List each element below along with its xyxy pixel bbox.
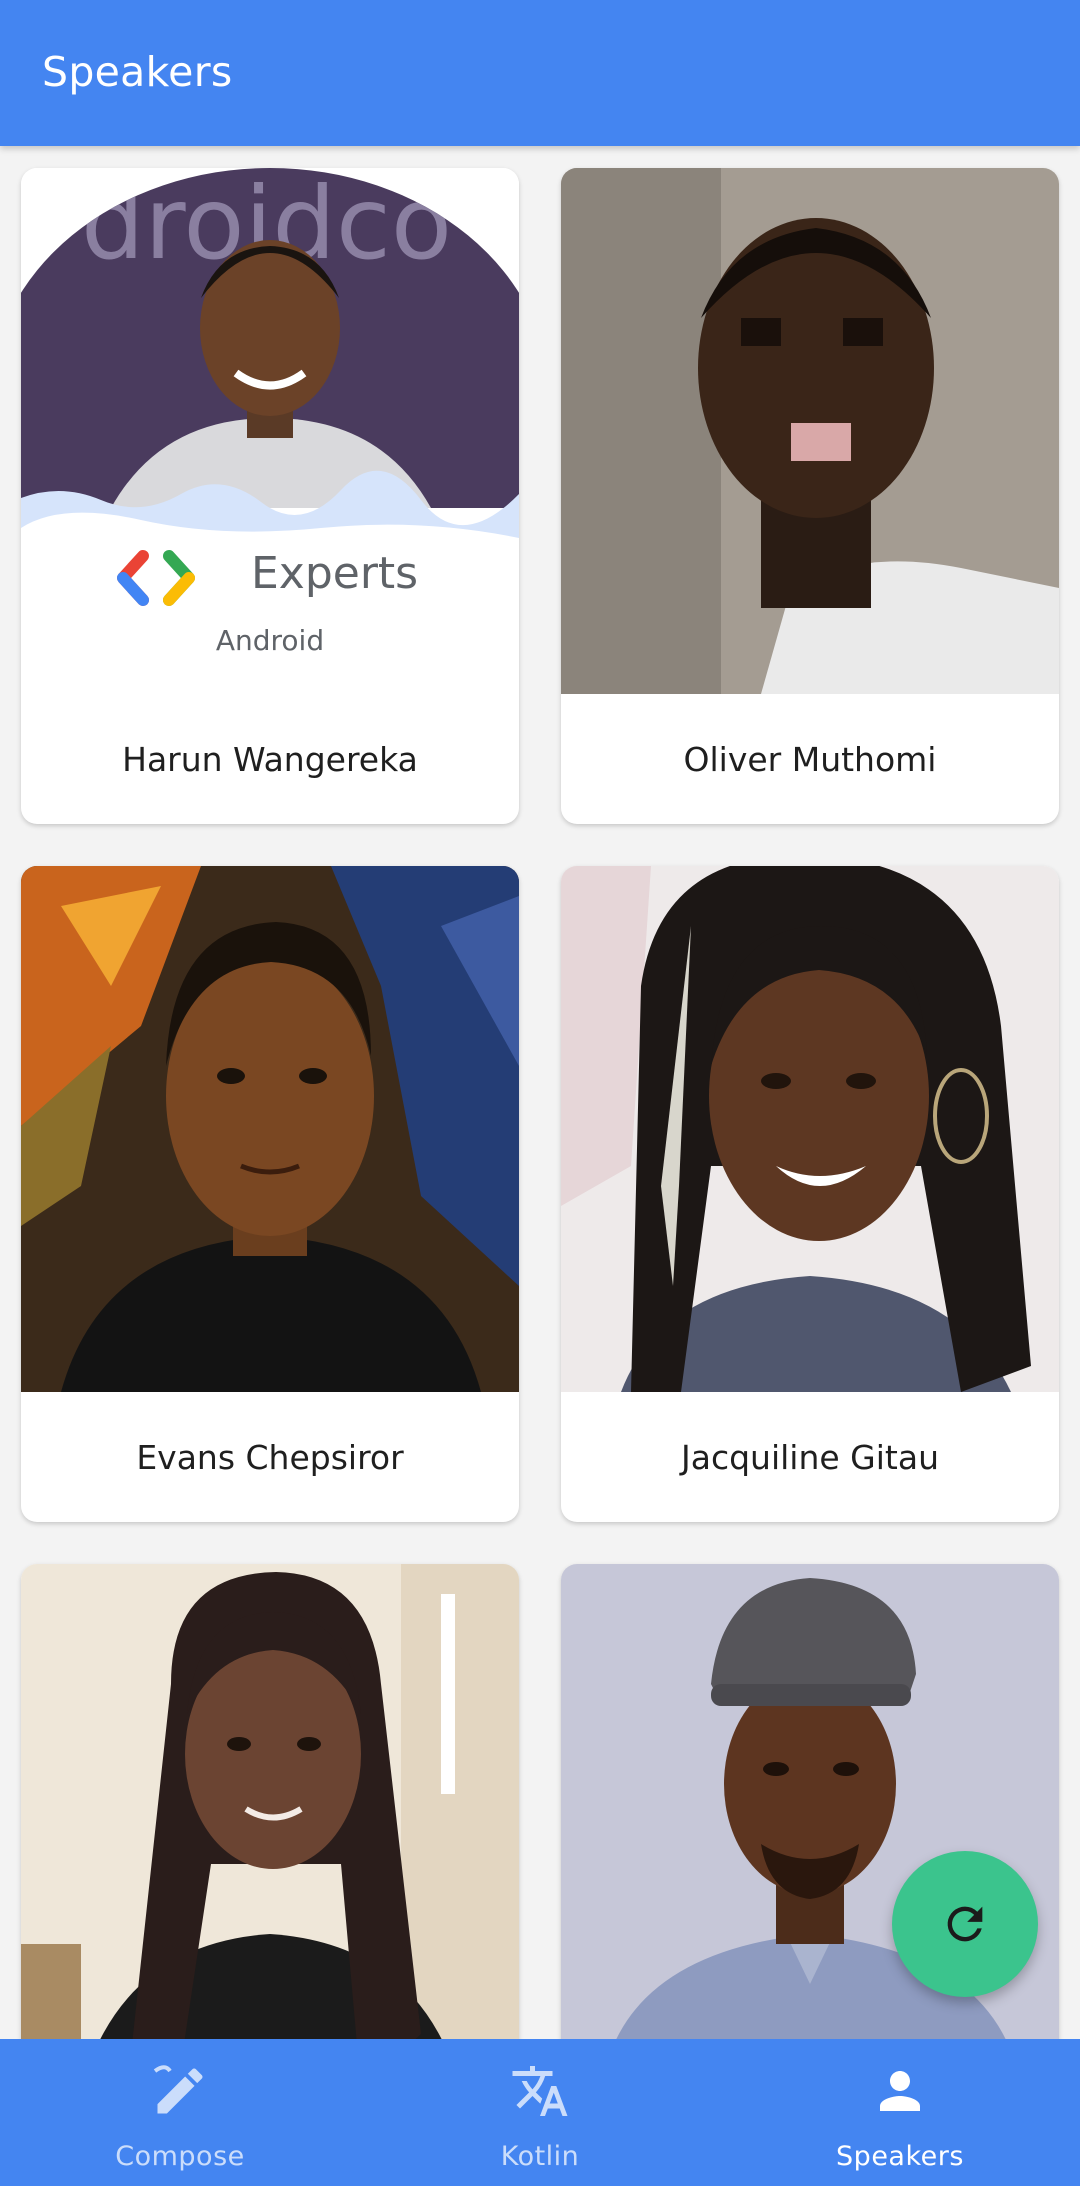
speakers-grid[interactable]: droidco Experts Android Harun Wangereka … <box>0 146 1080 2039</box>
speaker-name: Jacquiline Gitau <box>681 1437 939 1477</box>
page-title: Speakers <box>42 48 233 96</box>
refresh-button[interactable] <box>892 1851 1038 1997</box>
nav-label: Compose <box>115 2141 245 2172</box>
badge-title: Experts <box>251 548 419 599</box>
speaker-card[interactable]: Jacquiline Gitau <box>561 866 1059 1522</box>
speaker-card[interactable] <box>21 1564 519 2039</box>
nav-label: Kotlin <box>500 2141 580 2172</box>
speaker-name: Oliver Muthomi <box>683 739 937 779</box>
speaker-card[interactable]: Evans Chepsiror <box>21 866 519 1522</box>
speaker-photo <box>561 866 1059 1392</box>
speaker-card[interactable]: Oliver Muthomi <box>561 168 1059 824</box>
nav-item-speakers[interactable]: Speakers <box>720 2039 1080 2186</box>
nav-item-compose[interactable]: Compose <box>0 2039 360 2186</box>
top-app-bar: Speakers <box>0 0 1080 146</box>
speaker-card[interactable]: droidco Experts Android Harun Wangereka <box>21 168 519 824</box>
speaker-photo: droidco Experts Android <box>21 168 519 694</box>
speaker-name: Evans Chepsiror <box>136 1437 404 1477</box>
bottom-navigation: Compose Kotlin Speakers <box>0 2039 1080 2186</box>
translate-icon <box>512 2066 568 2116</box>
speaker-photo <box>561 168 1059 694</box>
nav-item-kotlin[interactable]: Kotlin <box>360 2039 720 2186</box>
speaker-photo <box>21 866 519 1392</box>
badge-subtitle: Android <box>215 624 325 657</box>
nav-label: Speakers <box>836 2141 964 2172</box>
edit-pen-icon <box>153 2065 203 2114</box>
refresh-icon <box>947 1906 983 1942</box>
person-icon <box>880 2071 920 2111</box>
speaker-name: Harun Wangereka <box>122 739 418 779</box>
speaker-photo <box>21 1564 519 2039</box>
